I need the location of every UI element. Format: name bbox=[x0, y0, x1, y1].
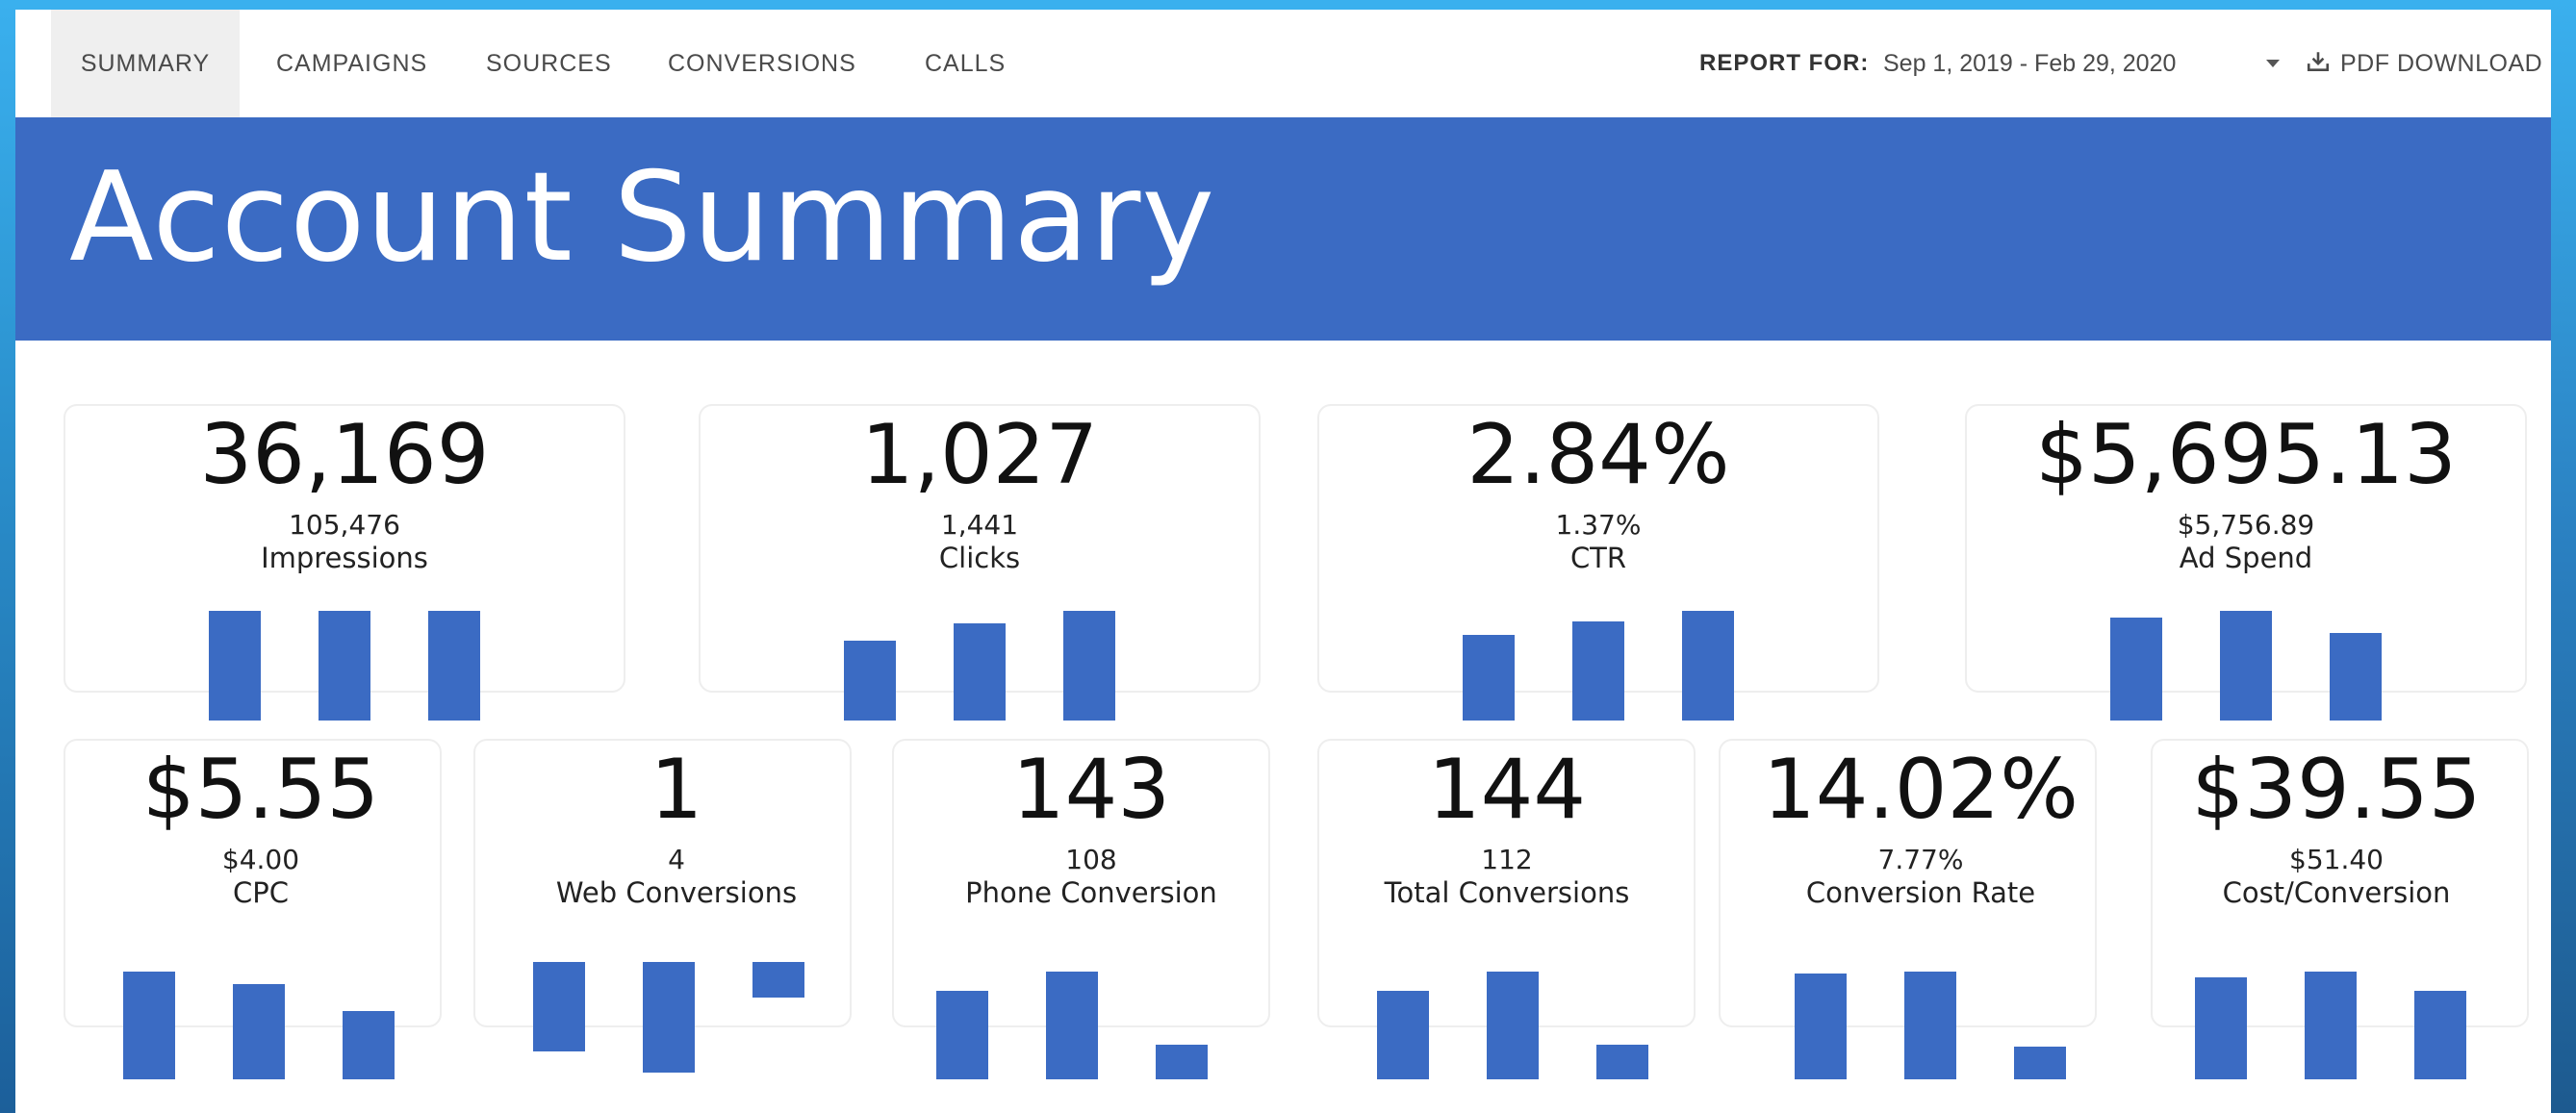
trend-bar bbox=[1904, 972, 1956, 1079]
trend-bar bbox=[1682, 611, 1734, 721]
trend-bar bbox=[319, 611, 370, 721]
kpi-conversion-rate: 14.02% 7.77% Conversion Rate bbox=[1695, 748, 2147, 910]
metric-value: 1,027 bbox=[860, 407, 1099, 503]
download-icon bbox=[2307, 52, 2330, 72]
metric-previous: 7.77% bbox=[1877, 844, 1964, 875]
kpi-web-conversions: 1 4 Web Conversions bbox=[450, 748, 903, 910]
trend-bar bbox=[533, 962, 585, 1052]
tab-calls[interactable]: CALLS bbox=[925, 10, 1006, 117]
trend-bar bbox=[643, 962, 695, 1073]
kpi-cost-per-conversion: $39.55 $51.40 Cost/Conversion bbox=[2110, 748, 2551, 910]
trend-bar bbox=[2220, 611, 2272, 721]
kpi-impressions: 36,169 105,476 Impressions bbox=[64, 414, 625, 575]
metric-value: 1 bbox=[650, 742, 703, 838]
chevron-down-icon[interactable] bbox=[2266, 60, 2280, 67]
trend-bar bbox=[2195, 976, 2247, 1079]
trend-bar bbox=[2414, 991, 2466, 1079]
trend-bar bbox=[1487, 972, 1539, 1079]
metric-previous: $4.00 bbox=[221, 844, 300, 875]
pdf-download-label: PDF DOWNLOAD bbox=[2340, 50, 2543, 77]
metric-label: Phone Conversion bbox=[965, 876, 1217, 909]
trend-bar bbox=[1795, 974, 1847, 1079]
dashboard-frame: SUMMARY CAMPAIGNS SOURCES CONVERSIONS CA… bbox=[15, 10, 2551, 1113]
metric-previous: 1.37% bbox=[1555, 509, 1642, 541]
metric-previous: 105,476 bbox=[289, 509, 400, 541]
trend-bar bbox=[1156, 1045, 1208, 1079]
trend-bar bbox=[1463, 635, 1515, 721]
metric-previous: 1,441 bbox=[940, 509, 1019, 541]
trend-bar bbox=[1596, 1045, 1648, 1079]
kpi-cpc: $5.55 $4.00 CPC bbox=[35, 748, 487, 910]
trend-bar bbox=[1572, 621, 1624, 721]
background-decoration-right bbox=[2549, 0, 2576, 1113]
tab-sources[interactable]: SOURCES bbox=[486, 10, 612, 117]
kpi-clicks: 1,027 1,441 Clicks bbox=[699, 414, 1261, 575]
page-banner: Account Summary bbox=[15, 117, 2551, 341]
trend-bar bbox=[343, 1011, 395, 1079]
top-navigation: SUMMARY CAMPAIGNS SOURCES CONVERSIONS CA… bbox=[15, 10, 2551, 117]
metric-value: $39.55 bbox=[2191, 742, 2482, 838]
metric-value: 144 bbox=[1427, 742, 1587, 838]
trend-bar bbox=[2330, 632, 2382, 721]
metric-value: $5,695.13 bbox=[2035, 407, 2457, 503]
trend-bar bbox=[1377, 991, 1429, 1079]
trend-bar bbox=[428, 611, 480, 721]
metric-previous: $5,756.89 bbox=[2177, 509, 2315, 541]
pdf-download-button[interactable]: PDF DOWNLOAD bbox=[2306, 10, 2542, 117]
metric-previous: $51.40 bbox=[2289, 844, 2384, 875]
trend-bar bbox=[2014, 1047, 2066, 1079]
metric-label: CTR bbox=[1569, 542, 1627, 574]
trend-bar bbox=[209, 611, 261, 721]
metric-label: Clicks bbox=[938, 542, 1021, 574]
kpi-phone-conversion: 143 108 Phone Conversion bbox=[865, 748, 1317, 910]
trend-bar bbox=[1046, 972, 1098, 1079]
metric-value: $5.55 bbox=[141, 742, 380, 838]
metric-label: Impressions bbox=[261, 542, 428, 574]
metric-label: Cost/Conversion bbox=[2222, 876, 2451, 909]
trend-bar bbox=[844, 640, 896, 721]
tab-campaigns[interactable]: CAMPAIGNS bbox=[276, 10, 427, 117]
trend-bar bbox=[752, 962, 804, 998]
trend-bar bbox=[954, 622, 1006, 721]
trend-bar bbox=[936, 991, 988, 1079]
metric-value: 36,169 bbox=[199, 407, 490, 503]
tab-conversions[interactable]: CONVERSIONS bbox=[668, 10, 856, 117]
tab-summary[interactable]: SUMMARY bbox=[51, 10, 240, 117]
trend-bar bbox=[233, 984, 285, 1079]
metric-label: Ad Spend bbox=[2179, 542, 2313, 574]
metric-previous: 108 bbox=[1065, 844, 1117, 875]
metric-value: 14.02% bbox=[1763, 742, 2079, 838]
metric-label: Conversion Rate bbox=[1805, 876, 2036, 909]
date-range-select[interactable]: Sep 1, 2019 - Feb 29, 2020 bbox=[1883, 10, 2176, 117]
metric-label: Total Conversions bbox=[1384, 876, 1630, 909]
kpi-total-conversions: 144 112 Total Conversions bbox=[1281, 748, 1733, 910]
page-title: Account Summary bbox=[69, 146, 1216, 290]
kpi-ad-spend: $5,695.13 $5,756.89 Ad Spend bbox=[1965, 414, 2527, 575]
metric-value: 2.84% bbox=[1467, 407, 1730, 503]
metric-previous: 4 bbox=[668, 844, 685, 875]
trend-bar bbox=[1063, 611, 1115, 721]
kpi-ctr: 2.84% 1.37% CTR bbox=[1317, 414, 1879, 575]
metric-previous: 112 bbox=[1481, 844, 1533, 875]
metric-value: 143 bbox=[1011, 742, 1171, 838]
metric-label: Web Conversions bbox=[555, 876, 798, 909]
report-for-label: REPORT FOR: bbox=[1699, 50, 1870, 76]
metric-label: CPC bbox=[233, 876, 289, 909]
trend-bar bbox=[2110, 617, 2162, 721]
trend-bar bbox=[2305, 972, 2357, 1079]
trend-bar bbox=[123, 972, 175, 1079]
